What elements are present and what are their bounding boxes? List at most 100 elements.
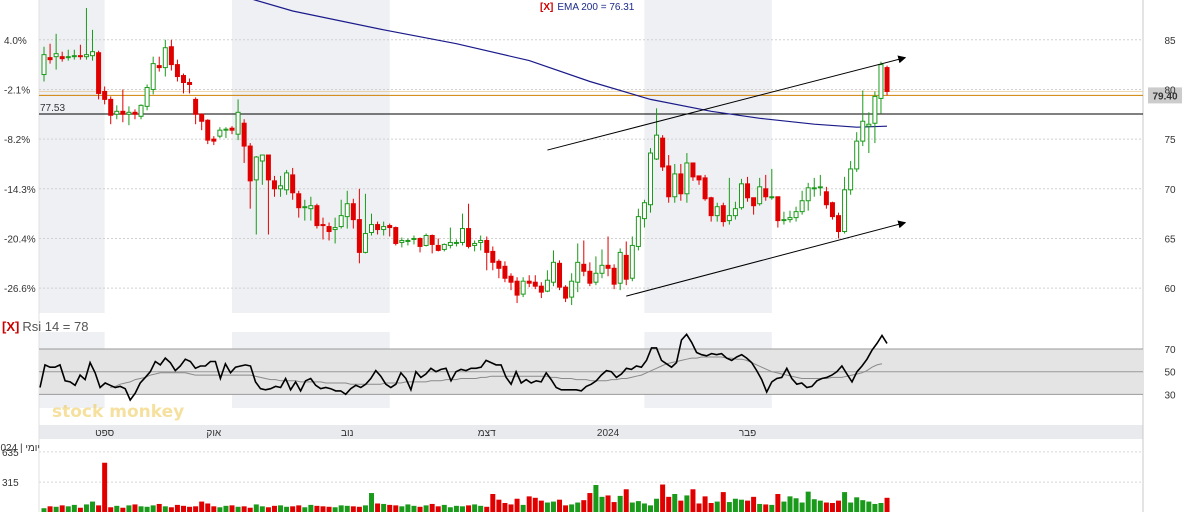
rsi-close-marker[interactable]: [X] (2, 319, 19, 334)
candle-up (757, 186, 763, 205)
candle-down (387, 225, 393, 229)
candle-up (872, 95, 878, 124)
volume-bar (672, 494, 678, 512)
volume-bar (514, 498, 520, 512)
candle-down (174, 64, 180, 78)
volume-bar (787, 496, 793, 512)
candle-up (53, 53, 59, 58)
candle-up (654, 134, 660, 160)
volume-bar (259, 506, 265, 512)
pct-tick-label: -26.6% (4, 284, 36, 295)
volume-bar (217, 507, 223, 512)
candle-down (884, 67, 890, 92)
candle-up (71, 55, 77, 58)
volume-bar (690, 489, 696, 512)
candle-down (581, 263, 587, 272)
candle-down (296, 193, 302, 209)
volume-bar (369, 493, 375, 512)
volume-bar (350, 506, 356, 512)
candle-up (848, 168, 854, 191)
rsi-header: [X] Rsi 14 = 78 (2, 319, 88, 334)
candle-up (459, 228, 465, 243)
volume-bar (399, 506, 405, 512)
candle-up (781, 219, 787, 222)
candle-down (205, 119, 211, 141)
candle-down (102, 90, 108, 100)
volume-bar (241, 506, 247, 512)
candle-up (641, 202, 647, 220)
candle-up (369, 224, 375, 234)
candle-up (235, 111, 241, 135)
candle-up (738, 183, 744, 209)
volume-bar (83, 504, 89, 512)
candle-up (520, 280, 526, 295)
volume-bar (635, 501, 641, 512)
volume-bar (144, 506, 150, 512)
volume-bar (745, 500, 751, 512)
candle-up (544, 279, 550, 292)
candle-down (59, 56, 65, 60)
candle-down (514, 280, 520, 296)
volume-bar (362, 505, 368, 512)
candle-up (799, 200, 805, 213)
volume-bar (526, 496, 532, 512)
volume-bar (59, 505, 65, 512)
volume-bar (53, 506, 59, 512)
volume-bar (253, 504, 259, 512)
candle-down (96, 52, 102, 94)
volume-bar (757, 503, 763, 512)
volume-bar (866, 501, 872, 512)
date-axis-strip (39, 425, 1143, 439)
candle-down (229, 127, 235, 131)
candle-up (41, 54, 47, 76)
volume-bar (738, 499, 744, 512)
volume-bar (781, 501, 787, 512)
price-tick-label: 85 (1164, 36, 1176, 47)
volume-bar (344, 505, 350, 512)
volume-bar (829, 503, 835, 512)
candle-down (271, 180, 277, 190)
volume-bar (284, 506, 290, 512)
volume-bar (793, 498, 799, 512)
volume-bar (569, 504, 575, 512)
volume-bar (854, 497, 860, 512)
volume-bar (581, 500, 587, 512)
volume-bar (138, 506, 144, 512)
volume-bar (387, 504, 393, 512)
volume-bar (278, 505, 284, 512)
candle-up (635, 216, 641, 247)
candle-down (132, 111, 138, 115)
candle-down (320, 224, 326, 227)
volume-bar (872, 503, 878, 512)
candle-up (878, 64, 884, 99)
ema-close-marker[interactable]: [X] (540, 2, 553, 13)
volume-bar (708, 503, 714, 512)
candle-down (745, 183, 751, 199)
rsi-tick-label: 30 (1164, 390, 1176, 401)
volume-bar (557, 499, 563, 512)
candle-down (587, 270, 593, 284)
rsi-label: Rsi 14 = 78 (22, 319, 88, 334)
volume-bar (156, 503, 162, 512)
candle-down (557, 262, 563, 288)
volume-bar (860, 500, 866, 512)
volume-bar (466, 505, 472, 512)
candle-down (605, 264, 611, 269)
candle-up (83, 54, 89, 58)
volume-bar (393, 505, 399, 512)
candle-up (308, 205, 314, 210)
volume-bar (654, 498, 660, 512)
candle-up (769, 196, 775, 199)
candle-down (429, 235, 435, 245)
candle-down (496, 260, 502, 269)
candle-up (860, 120, 866, 142)
volume-bar (593, 485, 599, 512)
candle-up (150, 63, 156, 90)
candle-down (350, 203, 356, 221)
candle-up (344, 203, 350, 218)
candle-down (526, 280, 532, 284)
volume-bar (678, 500, 684, 512)
candle-down (393, 227, 399, 244)
rsi-tick-label: 70 (1164, 345, 1176, 356)
candle-up (162, 47, 168, 69)
